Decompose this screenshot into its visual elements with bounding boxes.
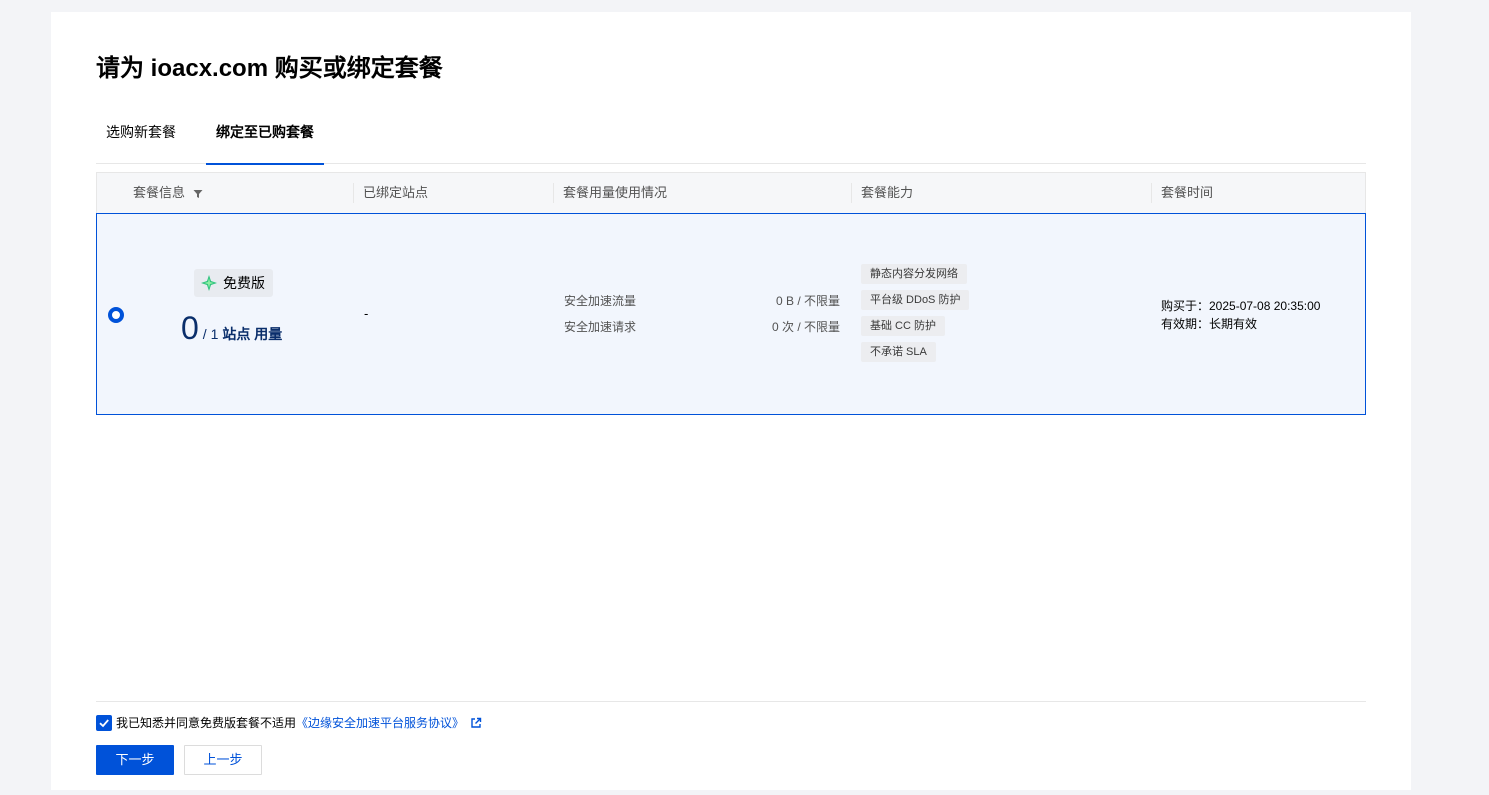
tab-bind-existing-plan[interactable]: 绑定至已购套餐 bbox=[206, 120, 324, 165]
previous-step-button[interactable]: 上一步 bbox=[184, 745, 262, 775]
table-row[interactable]: 免费版 0/ 1 站点 用量 - 安全加速流量 0 B / 不限量 安全加速请求 … bbox=[96, 213, 1366, 415]
next-step-button[interactable]: 下一步 bbox=[96, 745, 174, 775]
validity-period: 有效期：长期有效 bbox=[1161, 317, 1258, 331]
usage-total: / 1 bbox=[202, 326, 219, 342]
agreement-text: 我已知悉并同意免费版套餐不适用 bbox=[116, 716, 297, 730]
external-link-icon[interactable] bbox=[470, 717, 482, 729]
capability-tag: 平台级 DDoS 防护 bbox=[861, 290, 970, 310]
check-icon bbox=[99, 718, 109, 727]
table-header: 套餐信息 已绑定站点 套餐用量使用情况 套餐能力 套餐时间 bbox=[96, 172, 1366, 213]
quota-cell: 安全加速流量 0 B / 不限量 安全加速请求 0 次 / 不限量 bbox=[564, 292, 840, 344]
plan-info-cell: 免费版 0/ 1 站点 用量 bbox=[137, 214, 357, 414]
quota-value: 0 B / 不限量 bbox=[775, 294, 840, 308]
plan-table: 套餐信息 已绑定站点 套餐用量使用情况 套餐能力 套餐时间 免费版 0 / 1 … bbox=[96, 172, 1366, 415]
plan-tabs: 选购新套餐 绑定至已购套餐 bbox=[96, 120, 1366, 165]
quota-traffic: 安全加速流量 0 B / 不限量 bbox=[564, 292, 840, 318]
column-header-plan-time: 套餐时间 bbox=[1151, 173, 1365, 213]
site-usage: 0/ 1 站点 用量 bbox=[181, 310, 282, 347]
plan-sparkle-icon bbox=[201, 275, 217, 291]
column-header-plan-info: 套餐信息 bbox=[123, 173, 353, 213]
plan-name: 免费版 bbox=[223, 275, 265, 291]
capability-tag: 静态内容分发网络 bbox=[861, 264, 967, 284]
agreement: 我已知悉并同意免费版套餐不适用 《边缘安全加速平台服务协议》 bbox=[96, 714, 482, 731]
agreement-checkbox[interactable] bbox=[96, 714, 112, 731]
plan-time-cell: 购买于：2025-07-08 20:35:00 有效期：长期有效 bbox=[1161, 297, 1320, 333]
tab-buy-new-plan[interactable]: 选购新套餐 bbox=[96, 120, 186, 164]
page-title: 请为 ioacx.com 购买或绑定套餐 bbox=[96, 55, 443, 82]
plan-badge: 免费版 bbox=[194, 269, 273, 297]
purchase-time: 购买于：2025-07-08 20:35:00 bbox=[1161, 299, 1321, 313]
bound-sites-value: - bbox=[364, 306, 369, 321]
filter-icon[interactable] bbox=[193, 189, 203, 199]
usage-used: 0 bbox=[181, 310, 199, 346]
service-agreement-link[interactable]: 《边缘安全加速平台服务协议》 bbox=[296, 714, 464, 731]
quota-requests: 安全加速请求 0 次 / 不限量 bbox=[564, 318, 840, 344]
column-header-capabilities: 套餐能力 bbox=[851, 173, 1151, 213]
column-header-usage: 套餐用量使用情况 bbox=[553, 173, 851, 213]
quota-value: 0 次 / 不限量 bbox=[771, 320, 840, 334]
footer-divider bbox=[96, 701, 1366, 702]
quota-label: 安全加速请求 bbox=[564, 320, 637, 334]
quota-label: 安全加速流量 bbox=[564, 294, 637, 308]
column-header-bound-sites: 已绑定站点 bbox=[353, 173, 553, 213]
purchase-card: 请为 ioacx.com 购买或绑定套餐 选购新套餐 绑定至已购套餐 套餐信息 … bbox=[51, 12, 1411, 790]
capability-tag: 基础 CC 防护 bbox=[861, 316, 945, 336]
usage-unit: 站点 用量 bbox=[222, 326, 283, 342]
plan-radio[interactable] bbox=[108, 307, 124, 323]
capability-tag: 不承诺 SLA bbox=[861, 342, 936, 362]
capabilities-cell: 静态内容分发网络 平台级 DDoS 防护 基础 CC 防护 不承诺 SLA bbox=[861, 264, 970, 368]
